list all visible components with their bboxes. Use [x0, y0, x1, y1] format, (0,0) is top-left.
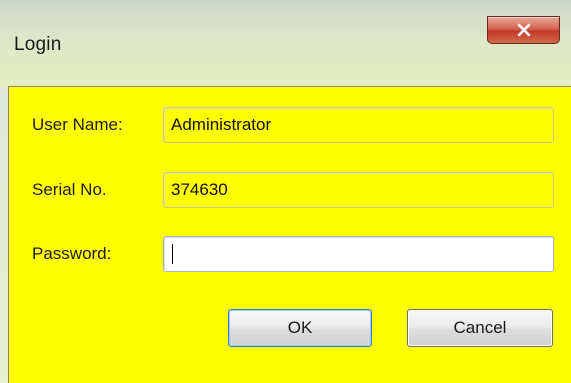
window-title: Login — [14, 34, 62, 55]
close-button[interactable] — [487, 16, 560, 44]
username-field[interactable]: Administrator — [163, 107, 554, 143]
serial-value: 374630 — [171, 180, 228, 199]
serial-field[interactable]: 374630 — [163, 172, 554, 208]
password-field[interactable] — [163, 236, 554, 272]
text-cursor — [172, 244, 173, 264]
username-label: User Name: — [32, 115, 123, 134]
ok-button-label: OK — [287, 318, 313, 337]
close-icon — [516, 23, 532, 37]
password-label: Password: — [32, 244, 112, 263]
cancel-button[interactable]: Cancel — [407, 309, 553, 347]
username-value: Administrator — [171, 115, 272, 134]
ok-button[interactable]: OK — [228, 309, 372, 347]
title-bar[interactable]: Login — [0, 0, 571, 88]
screen: Login User Name: Administrator Serial No… — [0, 0, 571, 383]
login-form: User Name: Administrator Serial No. 3746… — [8, 86, 571, 383]
serial-label: Serial No. — [32, 180, 107, 199]
cancel-button-label: Cancel — [453, 318, 507, 337]
login-window: Login User Name: Administrator Serial No… — [0, 0, 571, 383]
